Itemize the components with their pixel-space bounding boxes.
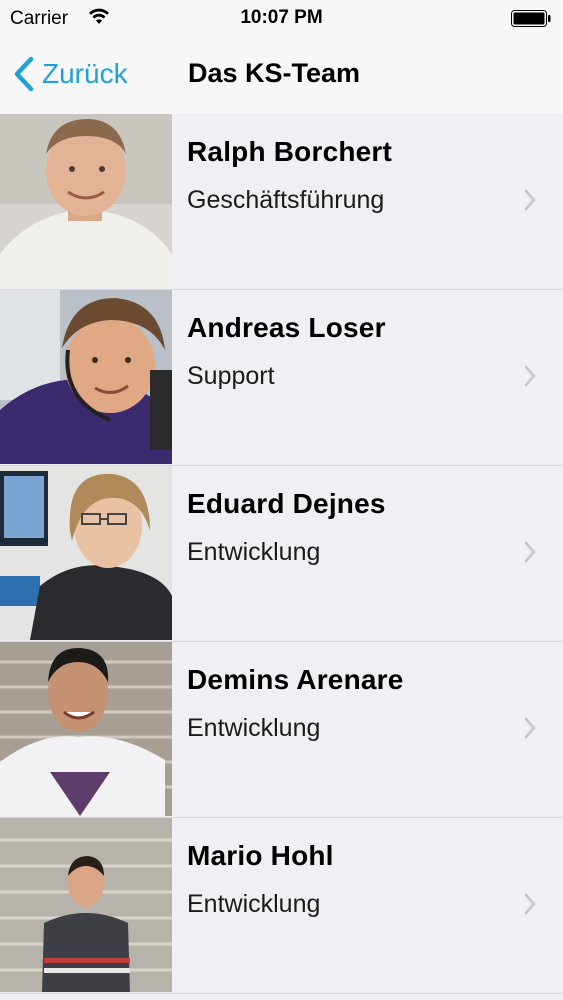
chevron-right-icon [524,893,536,915]
chevron-right-icon [524,541,536,563]
chevron-right-icon [524,365,536,387]
page-title: Das KS-Team [188,58,361,88]
team-member-row[interactable]: Mario Hohl Entwicklung [0,818,563,994]
member-name: Ralph Borchert [187,136,393,167]
member-role: Entwicklung [187,538,321,566]
chevron-left-icon [14,56,34,92]
member-photo [0,290,172,464]
member-role: Geschäftsführung [187,186,385,214]
team-member-row[interactable]: Andreas Loser Support [0,290,563,466]
team-member-row[interactable]: Eduard Dejnes Entwicklung [0,466,563,642]
chevron-right-icon [524,189,536,211]
team-list: Ralph Borchert Geschäftsführung Andreas … [0,114,563,994]
member-photo [0,642,172,816]
navigation-bar: Zurück Das KS-Team [0,38,563,115]
member-role: Entwicklung [187,890,321,918]
member-role: Entwicklung [187,714,321,742]
member-name: Mario Hohl [187,840,334,871]
team-member-row[interactable]: Demins Arenare Entwicklung [0,642,563,818]
member-photo [0,114,172,288]
member-name: Eduard Dejnes [187,488,386,519]
chevron-right-icon [524,717,536,739]
battery-icon [511,10,551,27]
back-button[interactable]: Zurück [12,54,128,94]
member-name: Andreas Loser [187,312,386,343]
member-photo [0,818,172,992]
member-name: Demins Arenare [187,664,404,695]
status-bar: Carrier 10:07 PM [0,0,563,38]
back-label: Zurück [42,58,128,89]
team-member-row[interactable]: Ralph Borchert Geschäftsführung [0,114,563,290]
clock: 10:07 PM [240,7,323,28]
member-photo [0,466,172,640]
member-role: Support [187,362,275,390]
